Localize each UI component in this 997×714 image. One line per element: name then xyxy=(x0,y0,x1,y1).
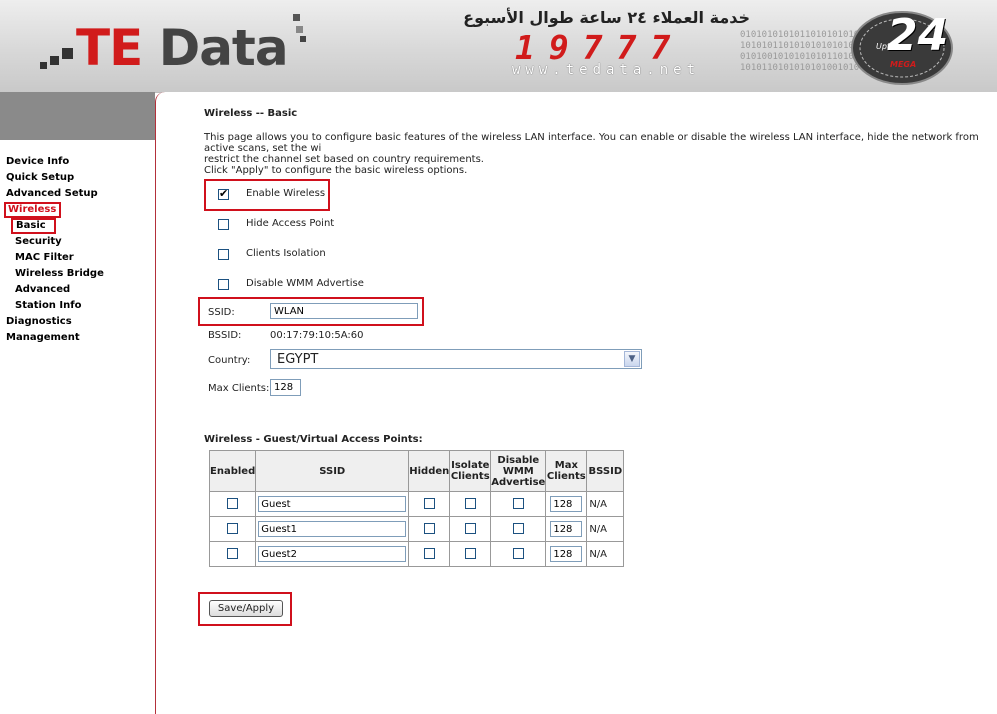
guest-hidden-checkbox[interactable] xyxy=(423,498,435,510)
hide-access-point-label: Hide Access Point xyxy=(246,218,335,229)
disable-wmm-row: Disable WMM Advertise xyxy=(218,278,364,291)
country-select[interactable]: EGYPT ▼ xyxy=(270,349,642,369)
sidebar-item-management[interactable]: Management xyxy=(0,330,155,346)
enable-wireless-row: Enable Wireless xyxy=(218,187,325,201)
col-enabled: Enabled xyxy=(208,450,257,492)
sidebar-item-diagnostics[interactable]: Diagnostics xyxy=(0,314,155,330)
ssid-label: SSID: xyxy=(208,307,235,318)
col-disable-wmm: Disable WMM Advertise xyxy=(490,450,547,492)
disable-wmm-label: Disable WMM Advertise xyxy=(246,278,364,289)
hotline-number: 19777 xyxy=(515,28,685,67)
guest2-ssid-input[interactable] xyxy=(258,546,407,562)
guest-ap-table: Enabled SSID Hidden Isolate Clients Disa… xyxy=(208,450,625,567)
guest-section-title: Wireless - Guest/Virtual Access Points: xyxy=(204,434,423,445)
sidebar-item-wireless-bridge[interactable]: Wireless Bridge xyxy=(0,266,155,282)
sidebar-nav: Device Info Quick Setup Advanced Setup W… xyxy=(0,154,155,346)
sidebar-item-basic-row: Basic xyxy=(0,218,155,234)
col-max-clients: Max Clients xyxy=(545,450,588,492)
max-clients-label: Max Clients: xyxy=(208,383,270,394)
badge-mega: MEGA xyxy=(890,60,917,69)
country-label: Country: xyxy=(208,355,251,366)
header-banner: TE Data خدمة العملاء ٢٤ ساعة طوال الأسبو… xyxy=(0,0,997,93)
page-description: This page allows you to configure basic … xyxy=(204,132,979,176)
sidebar-item-advanced-setup[interactable]: Advanced Setup xyxy=(0,186,155,202)
sidebar-item-wireless-row: Wireless xyxy=(0,202,155,218)
sidebar-item-quick-setup[interactable]: Quick Setup xyxy=(0,170,155,186)
guest1-wmm-checkbox[interactable] xyxy=(512,523,524,535)
sidebar-item-station-info[interactable]: Station Info xyxy=(0,298,155,314)
guest1-bssid-value: N/A xyxy=(586,516,625,542)
clients-isolation-checkbox[interactable] xyxy=(218,249,229,260)
guest2-max-clients-input[interactable] xyxy=(550,546,583,562)
disable-wmm-checkbox[interactable] xyxy=(218,279,229,290)
logo-text: TE Data xyxy=(76,18,289,78)
guest-bssid-value: N/A xyxy=(586,491,625,517)
col-bssid: BSSID xyxy=(586,450,625,492)
hide-ap-row: Hide Access Point xyxy=(218,218,334,231)
save-apply-button[interactable]: Save/Apply xyxy=(209,600,283,617)
logo-squares-icon xyxy=(40,48,73,69)
guest-enabled-checkbox[interactable] xyxy=(227,498,239,510)
logo-square-cluster-icon xyxy=(293,14,306,42)
te-data-logo: TE Data xyxy=(38,12,328,82)
guest2-hidden-checkbox[interactable] xyxy=(423,548,435,560)
guest2-enabled-checkbox[interactable] xyxy=(227,548,239,560)
table-header-row: Enabled SSID Hidden Isolate Clients Disa… xyxy=(208,450,625,492)
website-url: www.tedata.net xyxy=(512,62,701,78)
guest1-ssid-input[interactable] xyxy=(258,521,407,537)
sidebar-item-mac-filter[interactable]: MAC Filter xyxy=(0,250,155,266)
guest1-enabled-checkbox[interactable] xyxy=(227,523,239,535)
col-hidden: Hidden xyxy=(408,450,451,492)
guest-max-clients-input[interactable] xyxy=(550,496,583,512)
ssid-input[interactable] xyxy=(270,303,418,319)
sidebar-top-block xyxy=(0,92,155,140)
country-selected-value: EGYPT xyxy=(277,352,319,367)
guest1-isolate-checkbox[interactable] xyxy=(464,523,476,535)
page-title: Wireless -- Basic xyxy=(204,108,298,119)
sidebar-item-security[interactable]: Security xyxy=(0,234,155,250)
max-clients-input[interactable] xyxy=(270,379,301,396)
guest1-max-clients-input[interactable] xyxy=(550,521,583,537)
guest-ssid-input[interactable] xyxy=(258,496,407,512)
col-ssid: SSID xyxy=(255,450,410,492)
table-row: N/A xyxy=(208,541,625,567)
arabic-tagline: خدمة العملاء ٢٤ ساعة طوال الأسبوع xyxy=(463,8,750,27)
logo-data: Data xyxy=(158,19,289,77)
sidebar-item-advanced[interactable]: Advanced xyxy=(0,282,155,298)
enable-wireless-checkbox[interactable] xyxy=(218,187,229,200)
table-row: N/A xyxy=(208,516,625,542)
guest2-bssid-value: N/A xyxy=(586,541,625,567)
guest2-isolate-checkbox[interactable] xyxy=(464,548,476,560)
hide-access-point-checkbox[interactable] xyxy=(218,219,229,230)
guest-wmm-checkbox[interactable] xyxy=(512,498,524,510)
badge-number: 24 xyxy=(887,10,949,61)
guest1-hidden-checkbox[interactable] xyxy=(423,523,435,535)
badge-upto: Upto xyxy=(876,42,895,51)
clients-isolation-label: Clients Isolation xyxy=(246,248,326,259)
col-isolate-clients: Isolate Clients xyxy=(449,450,492,492)
sidebar-item-device-info[interactable]: Device Info xyxy=(0,154,155,170)
bssid-label: BSSID: xyxy=(208,330,242,341)
chevron-down-icon[interactable]: ▼ xyxy=(624,351,640,367)
sidebar-item-wireless[interactable]: Wireless xyxy=(4,202,62,218)
clients-isolation-row: Clients Isolation xyxy=(218,248,326,261)
table-row: N/A xyxy=(208,491,625,517)
guest2-wmm-checkbox[interactable] xyxy=(512,548,524,560)
guest-isolate-checkbox[interactable] xyxy=(464,498,476,510)
bssid-value: 00:17:79:10:5A:60 xyxy=(270,330,364,341)
sidebar-item-basic[interactable]: Basic xyxy=(11,218,56,234)
logo-te: TE xyxy=(76,19,143,77)
enable-wireless-label: Enable Wireless xyxy=(246,188,326,199)
24-mega-badge: 24 Upto MEGA xyxy=(842,4,962,88)
